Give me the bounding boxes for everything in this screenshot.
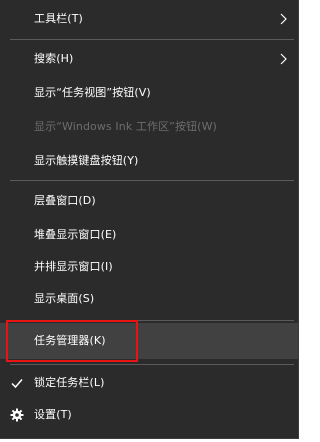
menu-separator: [10, 39, 294, 40]
menu-item-windows-ink: 显示“Windows Ink 工作区”按钮(W): [0, 110, 298, 144]
menu-item-toolbar[interactable]: 工具栏(T): [0, 2, 298, 36]
menu-item-show-desktop-label: 显示桌面(S): [34, 292, 95, 305]
menu-item-task-manager[interactable]: 任务管理器(K): [0, 323, 298, 359]
menu-item-side-by-side[interactable]: 并排显示窗口(I): [0, 250, 298, 284]
menu-item-lock-taskbar[interactable]: 锁定任务栏(L): [0, 366, 298, 400]
menu-item-lock-taskbar-label: 锁定任务栏(L): [34, 376, 105, 389]
menu-item-touch-keyboard[interactable]: 显示触摸键盘按钮(Y): [0, 144, 298, 178]
menu-item-task-view[interactable]: 显示“任务视图”按钮(V): [0, 76, 298, 110]
menu-item-cascade-label: 层叠窗口(D): [34, 194, 96, 207]
checkmark-icon: [11, 379, 23, 389]
menu-item-settings[interactable]: 设置(T): [0, 398, 298, 432]
menu-item-stacked[interactable]: 堆叠显示窗口(E): [0, 218, 298, 252]
menu-item-windows-ink-label: 显示“Windows Ink 工作区”按钮(W): [34, 120, 217, 133]
menu-separator: [10, 180, 294, 181]
menu-item-search[interactable]: 搜索(H): [0, 42, 298, 76]
menu-item-show-desktop[interactable]: 显示桌面(S): [0, 282, 298, 316]
menu-item-task-view-label: 显示“任务视图”按钮(V): [34, 86, 151, 99]
menu-item-task-manager-label: 任务管理器(K): [34, 334, 106, 347]
menu-item-side-by-side-label: 并排显示窗口(I): [34, 260, 113, 273]
screen: 工具栏(T) 搜索(H) 显示“任务视图”按钮(V) 显示“Windows In…: [0, 0, 303, 442]
taskbar-context-menu: 工具栏(T) 搜索(H) 显示“任务视图”按钮(V) 显示“Windows In…: [0, 0, 299, 439]
chevron-right-icon: [280, 13, 287, 25]
gear-icon: [10, 408, 24, 422]
menu-separator: [10, 364, 294, 365]
chevron-right-icon: [280, 53, 287, 65]
menu-item-touch-keyboard-label: 显示触摸键盘按钮(Y): [34, 154, 139, 167]
menu-separator: [10, 320, 294, 321]
menu-item-stacked-label: 堆叠显示窗口(E): [34, 228, 117, 241]
menu-item-settings-label: 设置(T): [34, 408, 72, 421]
menu-item-toolbar-label: 工具栏(T): [34, 12, 83, 25]
menu-item-search-label: 搜索(H): [34, 52, 74, 65]
menu-item-cascade[interactable]: 层叠窗口(D): [0, 184, 298, 218]
